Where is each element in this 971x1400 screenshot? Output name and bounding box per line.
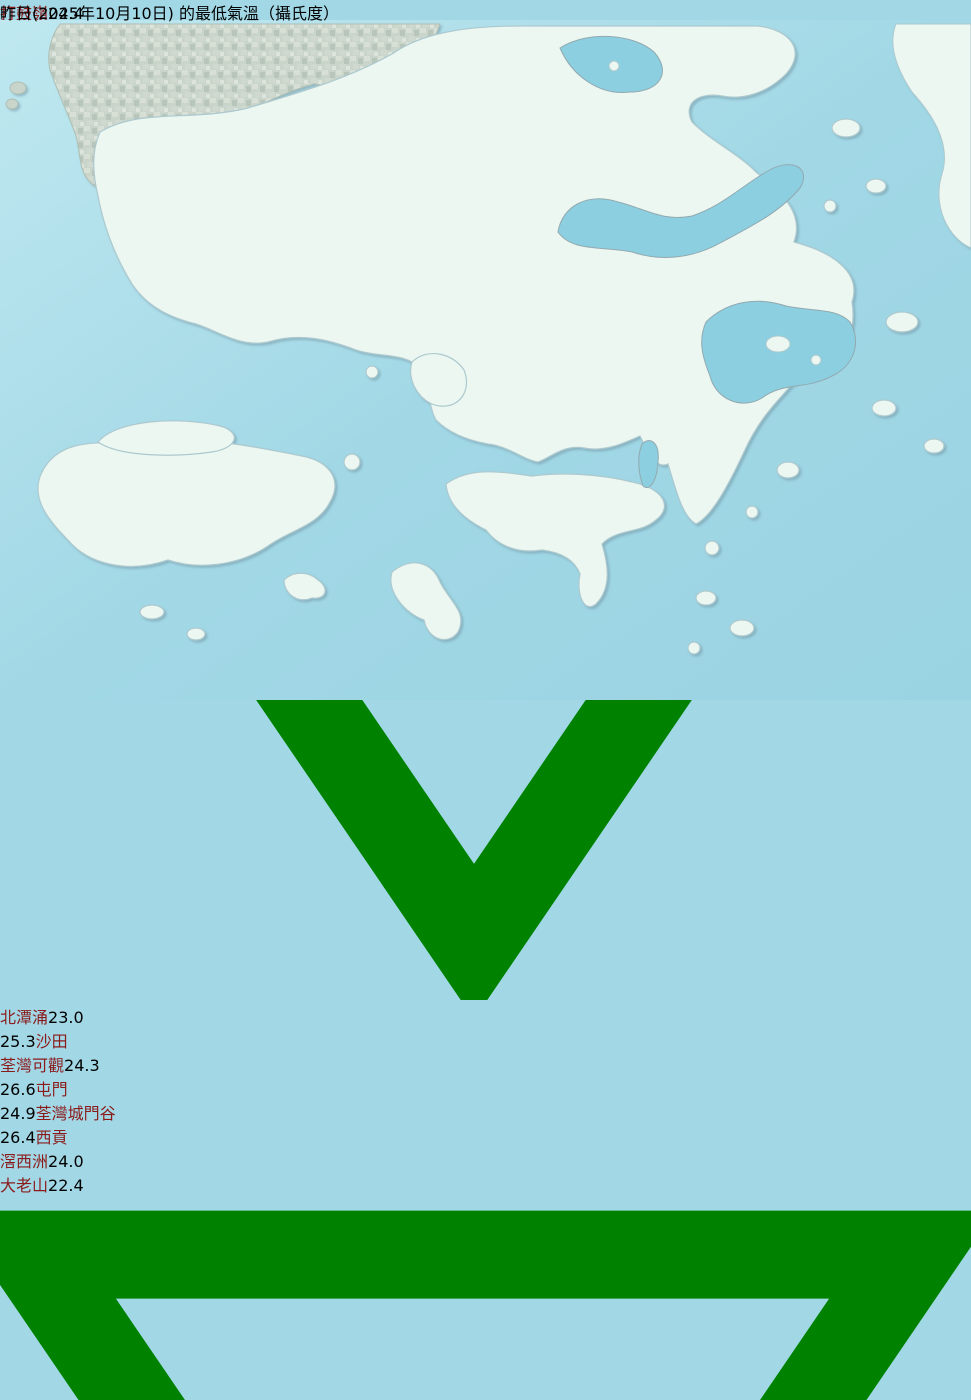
station: 24.9荃灣城門谷	[0, 1100, 971, 1124]
station: 荃灣可觀24.3	[0, 1052, 971, 1076]
station-name: 荃灣城門谷	[35, 1104, 116, 1124]
station-name: 西貢	[35, 1128, 68, 1148]
island	[885, 311, 919, 333]
island-soko	[186, 627, 206, 641]
station: 26.4西貢	[0, 1124, 971, 1148]
island-waglan	[729, 619, 755, 637]
station-name: 屯門	[35, 1080, 68, 1100]
station-value: 23.0	[48, 1008, 84, 1028]
station: 大老山22.4	[0, 1172, 971, 1400]
island	[704, 540, 720, 556]
island-po-toi	[695, 590, 717, 606]
station: 北潭涌23.0	[0, 1004, 971, 1028]
station-value: 24.3	[64, 1056, 100, 1076]
title-band: 昨日(2025年10月10日) 的最低氣溫（攝氏度）	[0, 0, 971, 26]
station: 26.6屯門	[0, 1076, 971, 1100]
station-value: 22.4	[48, 1176, 84, 1196]
island	[9, 81, 27, 95]
station-value: 26.6	[0, 1080, 36, 1100]
station-name: 荃灣可觀	[0, 1056, 65, 1076]
island	[831, 118, 861, 138]
island-soko	[139, 604, 165, 620]
station-name: 沙田	[35, 1032, 68, 1052]
station-name: 滘西洲	[0, 1152, 49, 1172]
min-temp-marker-icon	[0, 1210, 971, 1400]
island	[608, 60, 620, 72]
map-title: 昨日(2025年10月10日) 的最低氣溫（攝氏度）	[0, 4, 340, 23]
island	[871, 399, 897, 417]
island	[745, 505, 759, 519]
island-kau-sai-chau	[765, 335, 791, 353]
island	[865, 178, 887, 194]
island	[810, 354, 822, 366]
station-name: 北潭涌	[0, 1008, 49, 1028]
station-name: 大老山	[0, 1176, 49, 1196]
station-value: 24.9	[0, 1104, 36, 1124]
station-value: 26.4	[0, 1128, 36, 1148]
land-peng-chau	[343, 453, 361, 471]
hong-kong-map	[0, 20, 971, 700]
island	[823, 199, 837, 213]
weather-map-stage: 昨日(2025年10月10日) 的最低氣溫（攝氏度） 打鼓嶺24.4上水25.8…	[0, 0, 971, 1400]
station-value: 25.3	[0, 1032, 36, 1052]
station-value: 24.0	[48, 1152, 84, 1172]
island	[776, 461, 800, 479]
land-ma-wan	[365, 365, 379, 379]
island	[923, 438, 945, 454]
station: 25.3沙田	[0, 1028, 971, 1052]
station: 滘西洲24.0	[0, 1148, 971, 1172]
island	[687, 641, 701, 655]
island	[5, 98, 19, 110]
